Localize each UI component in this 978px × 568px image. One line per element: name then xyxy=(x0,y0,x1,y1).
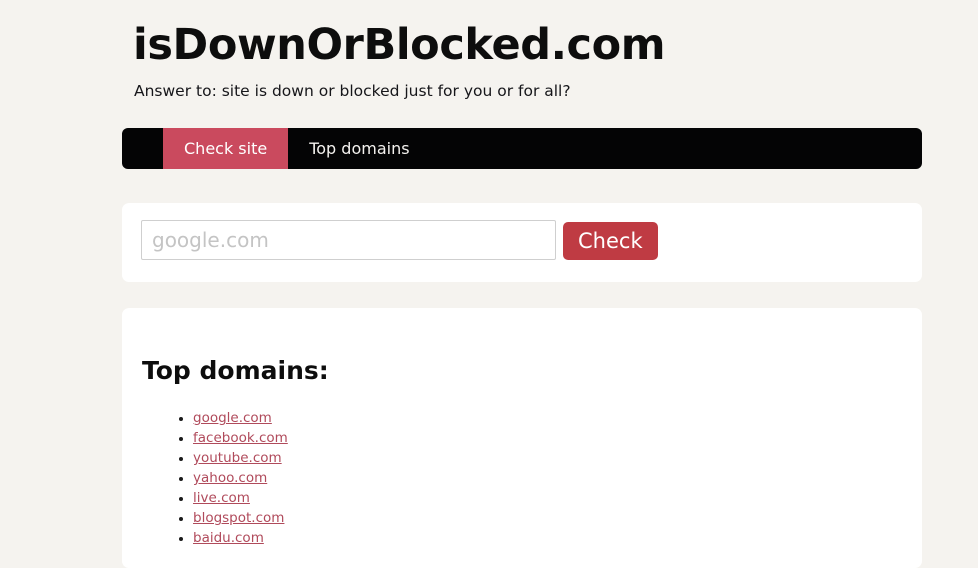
domain-link[interactable]: youtube.com xyxy=(193,450,282,466)
list-item: blogspot.com xyxy=(193,508,288,528)
list-item: youtube.com xyxy=(193,448,288,468)
top-domains-list: google.com facebook.com youtube.com yaho… xyxy=(160,408,288,548)
top-domains-card: Top domains: google.com facebook.com you… xyxy=(122,308,922,568)
page-header: isDownOrBlocked.com Answer to: site is d… xyxy=(133,18,933,101)
list-item: live.com xyxy=(193,488,288,508)
top-domains-heading: Top domains: xyxy=(142,356,329,385)
tab-check-site[interactable]: Check site xyxy=(163,128,289,169)
domain-link[interactable]: blogspot.com xyxy=(193,510,284,526)
domain-link[interactable]: baidu.com xyxy=(193,530,264,546)
main-navbar: Check site Top domains xyxy=(122,128,922,169)
page-title: isDownOrBlocked.com xyxy=(133,20,666,70)
list-item: google.com xyxy=(193,408,288,428)
list-item: facebook.com xyxy=(193,428,288,448)
search-card: Check xyxy=(122,203,922,282)
list-item: baidu.com xyxy=(193,528,288,548)
check-button[interactable]: Check xyxy=(563,222,658,260)
domain-link[interactable]: live.com xyxy=(193,490,250,506)
search-row: Check xyxy=(141,220,658,260)
page-root: isDownOrBlocked.com Answer to: site is d… xyxy=(0,0,978,568)
page-subtitle: Answer to: site is down or blocked just … xyxy=(134,82,571,100)
list-item: yahoo.com xyxy=(193,468,288,488)
domain-link[interactable]: google.com xyxy=(193,410,272,426)
search-input[interactable] xyxy=(141,220,556,260)
domain-link[interactable]: facebook.com xyxy=(193,430,288,446)
domain-link[interactable]: yahoo.com xyxy=(193,470,267,486)
tab-top-domains[interactable]: Top domains xyxy=(288,128,430,169)
navbar-left-spacer xyxy=(122,128,163,169)
